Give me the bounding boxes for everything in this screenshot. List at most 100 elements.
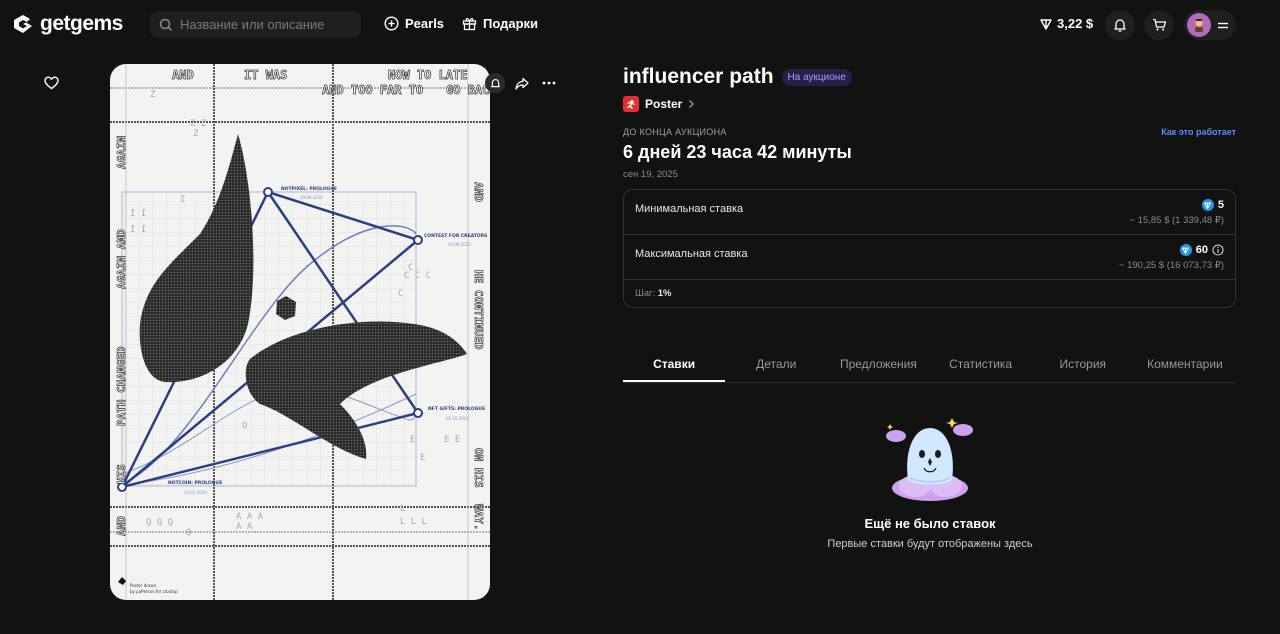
poster-text-pathchanged: PATH CHANGED [115,346,128,426]
nav-pearls[interactable]: Pearls [384,16,444,31]
nav-gifts[interactable]: Подарки [462,16,538,31]
poster-text-and-right: AND [472,182,485,202]
item-tabs: Ставки Детали Предложения Статистика Ист… [623,350,1236,383]
poster-text-itwas: IT WAS [244,68,287,82]
svg-text:L L L: L L L [400,517,427,527]
bell-icon [1114,19,1126,32]
balance-amount: 3,22 $ [1057,16,1094,31]
poster-text-onhis: ON HIS [472,448,485,488]
poster-credit-2: by paPerson for ctostop [130,589,178,594]
node-notcoin: NOTCOIN: PROLOGUE [168,480,222,486]
plus-circle-icon [384,16,399,31]
poster-text-againand: AGAIN AND [115,229,128,289]
ghost-illustration [886,418,973,501]
svg-text:A A A: A A A [236,512,264,522]
bid-step-label: Шаг: [635,288,656,299]
node-nftgifts-date: 05.10.2024 [446,416,469,421]
svg-text:I: I [180,195,185,205]
collection-name: Poster [645,97,683,111]
poster-text-again: AGAIN [115,136,128,169]
item-title: influencer path [623,65,774,88]
how-it-works-link[interactable]: Как это работает [1161,127,1236,137]
nav-gifts-label: Подарки [483,16,539,31]
top-bar: getgems Pearls Подарки 3,22 $ [0,0,1280,50]
svg-text:Z Z: Z Z [190,119,207,129]
poster-text-way: WAY. [472,504,485,531]
svg-text:I I: I I [130,225,146,235]
ton-icon [1201,199,1214,211]
profile-menu-button[interactable] [1184,10,1236,40]
gift-icon [462,18,477,31]
ton-icon [1040,18,1052,30]
auction-timer-label: ДО КОНЦА АУКЦИОНА [623,127,727,137]
info-icon[interactable] [1212,244,1224,256]
empty-bids-state: Ещё не было ставок Первые ставки будут о… [800,410,1060,550]
tab-bids[interactable]: Ставки [623,350,726,382]
bid-info-panel: Минимальная ставка 5 ~ 15,85 $ (1 339,48… [623,189,1236,308]
brand-name: getgems [40,12,123,35]
notifications-button[interactable] [1105,10,1135,40]
collection-link[interactable]: Poster [623,94,1236,114]
svg-text:O: O [242,421,247,431]
nav-pearls-label: Pearls [405,16,445,31]
svg-text:E: E [420,453,425,463]
svg-text:C: C [408,263,413,273]
cart-button[interactable] [1144,10,1174,40]
svg-text:Z: Z [150,90,156,100]
bid-step-value: 1% [657,288,672,299]
favorite-button[interactable] [40,72,62,94]
search-bar[interactable] [150,11,361,38]
more-options-button[interactable] [539,73,559,93]
getgems-logo-icon [14,15,32,33]
wallet-balance[interactable]: 3,22 $ [1040,16,1093,31]
node-notcoin-date: 14.01.2024 [184,490,207,495]
svg-text:E: E [410,435,415,445]
poster-text-andtoofar: AND TOO FAR TO [322,83,423,97]
subscribe-button[interactable] [485,73,505,93]
bid-step: Шаг: 1% [624,280,1235,307]
search-icon [159,18,173,31]
min-bid-fiat: ~ 15,85 $ (1 339,48 ₽) [1129,215,1224,226]
min-bid-value: 5 [1201,199,1224,211]
collection-icon [623,96,639,112]
poster-credit-1: Poster drawn [130,583,157,588]
menu-icon [1218,22,1228,28]
auction-countdown: 6 дней 23 часа 42 минуты [623,142,852,162]
node-nftgifts: NFT GIFTS: PROLOGUE [428,406,485,412]
tab-comments[interactable]: Комментарии [1134,350,1236,382]
svg-text:Q Q Q: Q Q Q [146,518,173,528]
nft-artwork[interactable]: AND IT WAS NOW TO LATE AND TOO FAR TO GO… [110,64,490,600]
ton-icon [1179,244,1192,256]
min-bid-label: Минимальная ставка [635,203,744,215]
tab-details[interactable]: Детали [725,350,827,382]
more-icon [542,81,556,85]
tab-offers[interactable]: Предложения [827,350,929,382]
tab-statistics[interactable]: Статистика [930,350,1032,382]
getgems-logo[interactable]: getgems [12,12,123,36]
poster-text-and: AND [172,68,194,82]
auction-end-date: сен 19, 2025 [623,169,678,180]
min-bid-amount: 5 [1217,199,1224,211]
avatar [1187,13,1211,37]
max-bid-value: 60 [1179,244,1224,256]
svg-text:L: L [400,504,405,514]
empty-state-subtitle: Первые ставки будут отображены здесь [827,538,1033,550]
bell-icon [490,78,500,87]
search-input[interactable] [180,17,350,32]
tab-history[interactable]: История [1032,350,1134,382]
max-bid-label: Максимальная ставка [635,248,748,260]
svg-text:Z: Z [193,129,199,139]
share-button[interactable] [512,73,532,93]
poster-text-goback: GO BACK [446,83,490,97]
svg-text:C: C [398,289,403,299]
max-bid-amount: 60 [1195,244,1208,256]
status-badge: На аукционе [781,68,852,86]
svg-text:I I: I I [130,209,146,219]
node-notpixel-date: 29.08.2024 [300,195,323,200]
node-contest-date: 24.08.2025 [448,242,471,247]
node-contest: CONTEST FOR CREATORS [424,233,487,239]
poster-text-and-bottom: AND [115,516,128,536]
poster-text-hecontinued: HE CONTINUED [472,270,485,350]
svg-text:A A: A A [236,522,253,532]
share-icon [515,77,529,90]
